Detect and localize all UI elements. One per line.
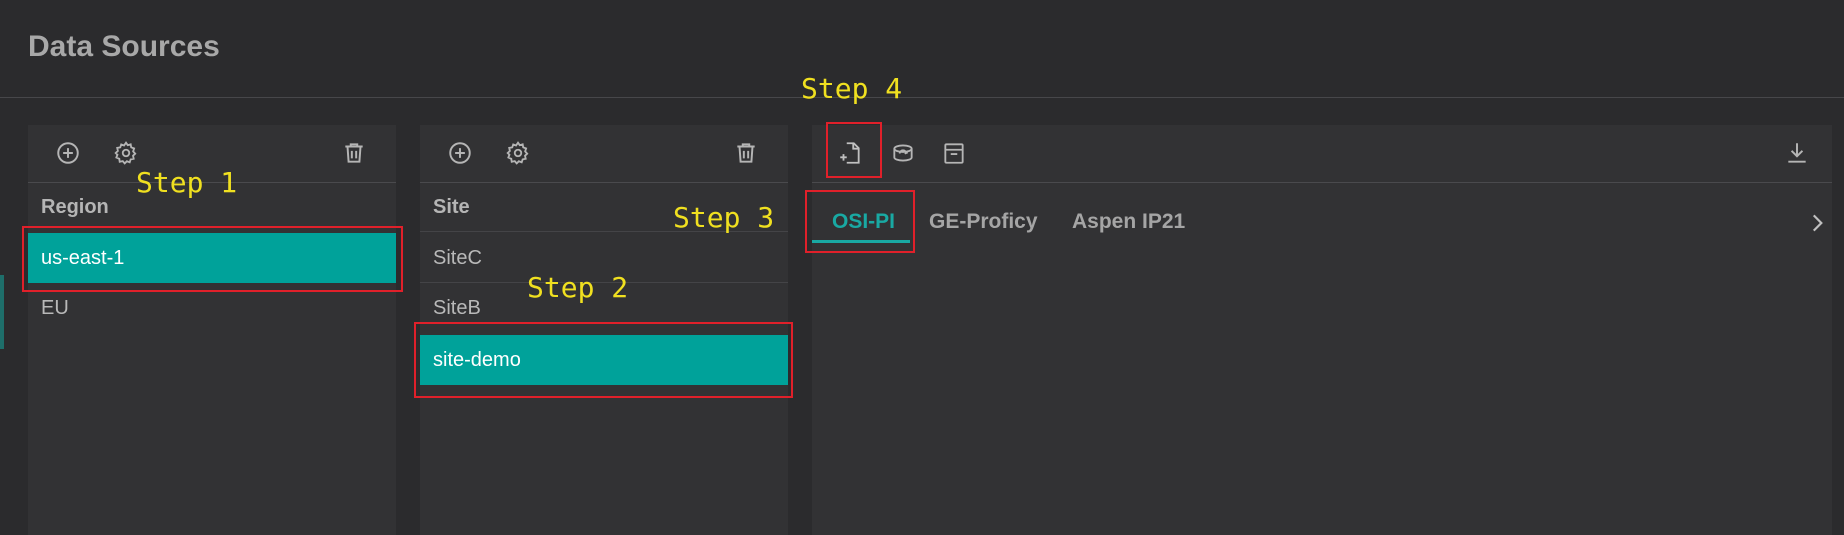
active-tab-underline <box>812 240 910 243</box>
chevron-right-icon <box>1812 214 1823 232</box>
site-panel: Site SiteC SiteB site-demo <box>420 125 788 535</box>
site-item-site-demo[interactable]: site-demo <box>420 335 788 385</box>
tab-aspen-ip21[interactable]: Aspen IP21 <box>1072 200 1185 244</box>
add-icon <box>449 142 471 164</box>
delete-site-button[interactable] <box>731 138 761 168</box>
site-toolbar <box>420 125 788 183</box>
gear-icon <box>114 141 137 165</box>
tab-ge-proficy[interactable]: GE-Proficy <box>929 200 1038 244</box>
step2-label: Step 2 <box>527 271 629 304</box>
refresh-database-button[interactable] <box>888 138 918 168</box>
site-settings-button[interactable] <box>503 138 533 168</box>
data-source-toolbar <box>812 125 1832 183</box>
download-icon <box>1788 143 1806 163</box>
trash-icon <box>737 143 755 163</box>
data-source-panel: OSI-PI GE-Proficy Aspen IP21 <box>812 125 1832 535</box>
delete-region-button[interactable] <box>339 138 369 168</box>
database-refresh-icon <box>893 144 913 162</box>
page-title: Data Sources <box>28 30 220 63</box>
page-header: Data Sources <box>0 0 1844 98</box>
download-button[interactable] <box>1782 138 1812 168</box>
new-data-source-button[interactable] <box>835 138 865 168</box>
archive-icon <box>944 143 964 164</box>
step1-label: Step 1 <box>136 166 238 199</box>
left-accent-bar <box>0 275 4 349</box>
region-settings-button[interactable] <box>111 138 141 168</box>
archive-button[interactable] <box>939 138 969 168</box>
tabs-scroll-right-button[interactable] <box>1802 208 1832 238</box>
region-item-eu[interactable]: EU <box>28 283 396 333</box>
region-item-us-east-1[interactable]: us-east-1 <box>28 233 396 283</box>
new-file-icon <box>840 142 860 164</box>
gear-icon <box>506 141 529 165</box>
step3-label: Step 3 <box>673 201 775 234</box>
trash-icon <box>345 143 363 163</box>
add-site-button[interactable] <box>445 138 475 168</box>
step4-label: Step 4 <box>801 72 903 105</box>
add-icon <box>57 142 79 164</box>
tab-osi-pi[interactable]: OSI-PI <box>832 200 895 244</box>
add-region-button[interactable] <box>53 138 83 168</box>
